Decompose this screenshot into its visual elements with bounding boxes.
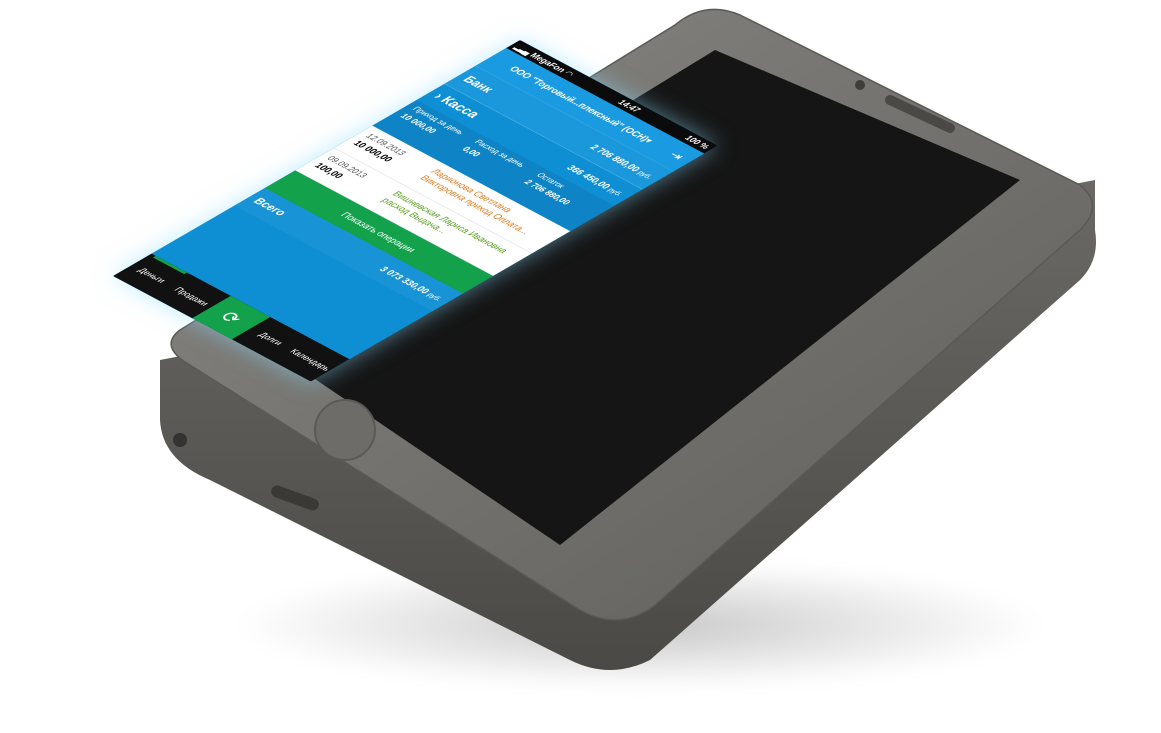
bank-currency: руб. xyxy=(635,169,655,181)
total-currency: руб. xyxy=(424,291,444,303)
kassa-currency: руб. xyxy=(605,186,625,198)
total-label: Всего xyxy=(250,196,290,218)
bank-label: Банк xyxy=(459,74,498,95)
